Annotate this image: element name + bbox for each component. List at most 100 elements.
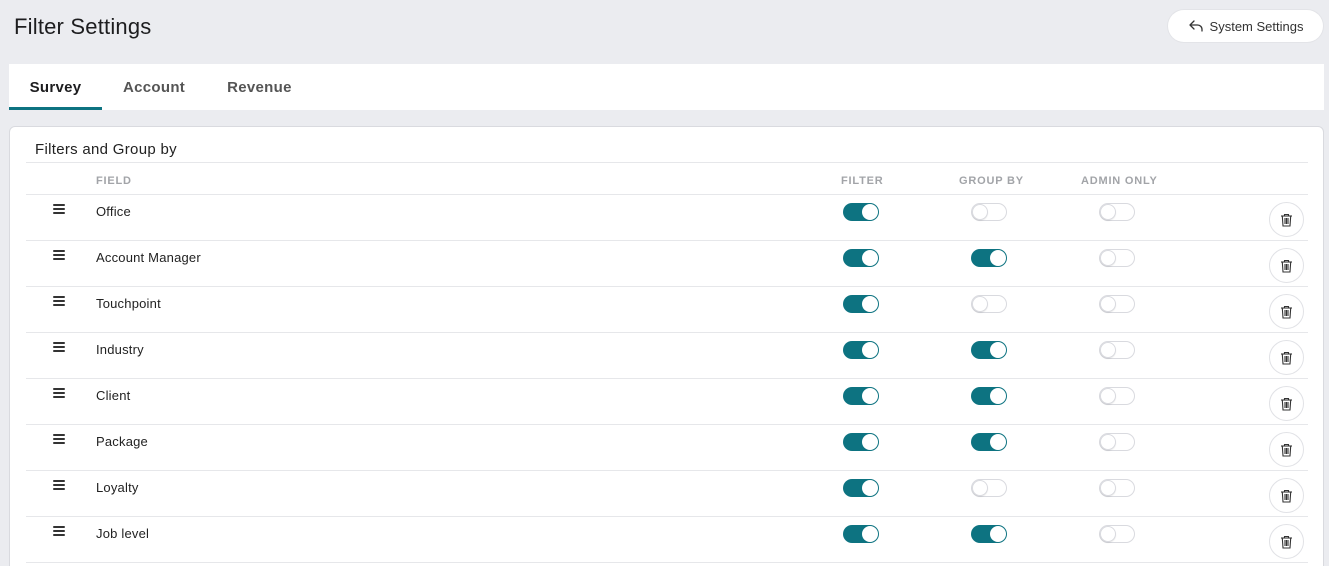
table-row: Touchpoint [26,287,1308,333]
drag-handle-icon[interactable] [53,342,65,352]
toggle-knob [1100,434,1116,450]
filter-toggle[interactable] [843,295,879,313]
table-row: Office [26,195,1308,241]
column-header-admin-only: ADMIN ONLY [1081,175,1158,187]
system-settings-label: System Settings [1209,18,1304,34]
drag-handle-icon[interactable] [53,434,65,444]
trash-icon [1281,535,1292,549]
toggle-knob [862,204,878,220]
column-header-field: FIELD [96,175,132,187]
drag-handle-icon[interactable] [53,296,65,306]
group-by-toggle[interactable] [971,249,1007,267]
group-by-toggle[interactable] [971,341,1007,359]
toggle-knob [972,296,988,312]
table-row: Loyalty [26,471,1308,517]
admin-only-toggle[interactable] [1099,525,1135,543]
admin-only-toggle[interactable] [1099,249,1135,267]
toggle-knob [862,434,878,450]
table-row: Industry [26,333,1308,379]
reply-arrow-icon [1188,20,1203,32]
drag-handle-icon[interactable] [53,526,65,536]
toggle-knob [990,342,1006,358]
admin-only-toggle[interactable] [1099,387,1135,405]
page-title: Filter Settings [14,14,152,39]
delete-button[interactable] [1269,386,1304,421]
group-by-toggle[interactable] [971,479,1007,497]
toggle-knob [1100,204,1116,220]
toggle-knob [990,526,1006,542]
toggle-knob [1100,388,1116,404]
table-row: Job level [26,517,1308,563]
filter-toggle[interactable] [843,249,879,267]
admin-only-toggle[interactable] [1099,479,1135,497]
field-label: Package [96,434,148,449]
delete-button[interactable] [1269,340,1304,375]
delete-button[interactable] [1269,202,1304,237]
table-row: Package [26,425,1308,471]
delete-button[interactable] [1269,524,1304,559]
drag-handle-icon[interactable] [53,204,65,214]
field-label: Job level [96,526,150,541]
filter-toggle[interactable] [843,387,879,405]
toggle-knob [862,296,878,312]
filter-toggle[interactable] [843,479,879,497]
toggle-knob [862,342,878,358]
tab-survey[interactable]: Survey [9,64,102,110]
filter-toggle[interactable] [843,341,879,359]
section-title: Filters and Group by [35,141,177,158]
trash-icon [1281,489,1292,503]
filters-card: Filters and Group by FIELD FILTER GROUP … [9,126,1324,566]
field-label: Account Manager [96,250,201,265]
drag-handle-icon[interactable] [53,480,65,490]
group-by-toggle[interactable] [971,433,1007,451]
toggle-knob [1100,480,1116,496]
toggle-knob [990,388,1006,404]
filter-toggle[interactable] [843,525,879,543]
trash-icon [1281,213,1292,227]
toggle-knob [990,250,1006,266]
group-by-toggle[interactable] [971,295,1007,313]
field-label: Touchpoint [96,296,161,311]
field-label: Industry [96,342,144,357]
toggle-knob [972,204,988,220]
trash-icon [1281,305,1292,319]
toggle-knob [1100,296,1116,312]
field-label: Office [96,204,131,219]
filter-toggle[interactable] [843,203,879,221]
trash-icon [1281,443,1292,457]
trash-icon [1281,351,1292,365]
toggle-knob [862,388,878,404]
toggle-knob [1100,526,1116,542]
toggle-knob [990,434,1006,450]
group-by-toggle[interactable] [971,387,1007,405]
delete-button[interactable] [1269,432,1304,467]
group-by-toggle[interactable] [971,525,1007,543]
table-row: Client [26,379,1308,425]
tab-account[interactable]: Account [102,64,206,110]
toggle-knob [862,480,878,496]
field-label: Client [96,388,131,403]
drag-handle-icon[interactable] [53,388,65,398]
filter-toggle[interactable] [843,433,879,451]
group-by-toggle[interactable] [971,203,1007,221]
delete-button[interactable] [1269,294,1304,329]
table-row: Account Manager [26,241,1308,287]
field-label: Loyalty [96,480,139,495]
admin-only-toggle[interactable] [1099,341,1135,359]
drag-handle-icon[interactable] [53,250,65,260]
toggle-knob [862,526,878,542]
toggle-knob [862,250,878,266]
admin-only-toggle[interactable] [1099,295,1135,313]
trash-icon [1281,397,1292,411]
column-header-filter: FILTER [841,175,884,187]
delete-button[interactable] [1269,478,1304,513]
toggle-knob [972,480,988,496]
tab-revenue[interactable]: Revenue [206,64,313,110]
admin-only-toggle[interactable] [1099,433,1135,451]
column-header-group-by: GROUP BY [959,175,1024,187]
toggle-knob [1100,250,1116,266]
admin-only-toggle[interactable] [1099,203,1135,221]
toggle-knob [1100,342,1116,358]
delete-button[interactable] [1269,248,1304,283]
system-settings-button[interactable]: System Settings [1168,10,1323,42]
